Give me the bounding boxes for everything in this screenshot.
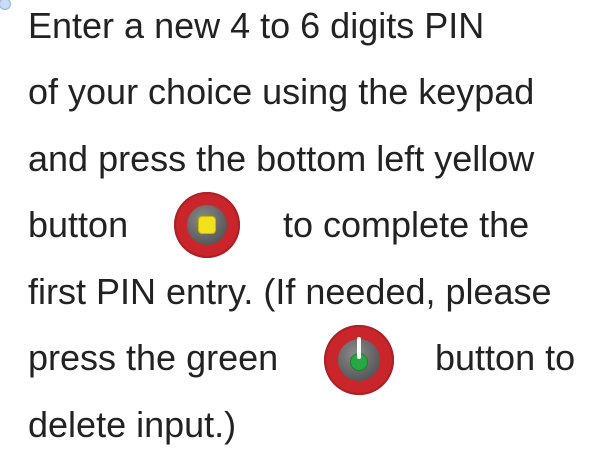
instruction-line-7: delete input.) bbox=[28, 404, 237, 445]
green-power-button-icon bbox=[324, 325, 394, 395]
instruction-line-5: first PIN entry. (If needed, please bbox=[28, 271, 552, 312]
instruction-line-2: of your choice using the keypad bbox=[28, 71, 535, 112]
corner-marker-icon bbox=[0, 0, 11, 10]
yellow-square-button-icon bbox=[174, 192, 240, 258]
instruction-line-4-start: button bbox=[28, 204, 129, 245]
instruction-line-4-end: to complete the bbox=[283, 204, 530, 245]
instruction-line-6: press the green button to bbox=[28, 332, 598, 384]
instruction-line-6-start: press the green bbox=[28, 337, 279, 378]
power-stem bbox=[357, 337, 361, 359]
instruction-line-4: button to complete the bbox=[28, 199, 588, 251]
instruction-line-1: Enter a new 4 to 6 digits PIN bbox=[28, 5, 485, 46]
yellow-square bbox=[199, 217, 215, 233]
instruction-line-3: and press the bottom left yellow bbox=[28, 138, 535, 179]
instruction-line-6-end: button to bbox=[435, 337, 576, 378]
